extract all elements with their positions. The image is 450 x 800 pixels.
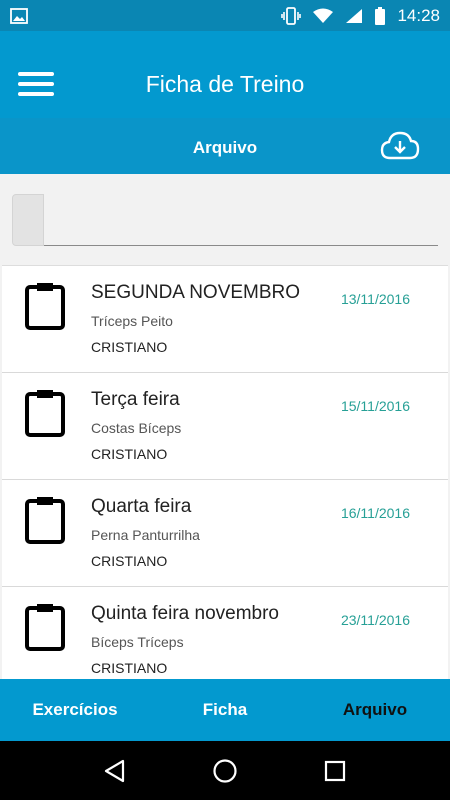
workout-owner: CRISTIANO <box>91 660 168 676</box>
section-bar: Arquivo <box>0 118 450 174</box>
search-button[interactable] <box>12 194 44 246</box>
search-input[interactable] <box>44 194 438 246</box>
workout-name: Terça feira <box>91 389 180 410</box>
workout-owner: CRISTIANO <box>91 446 168 462</box>
workout-muscles: Costas Bíceps <box>91 420 182 436</box>
image-icon <box>10 7 28 24</box>
cloud-download-icon[interactable] <box>380 130 420 162</box>
clipboard-icon <box>24 280 66 330</box>
tab-exercicios[interactable]: Exercícios <box>0 679 150 741</box>
app-title: Ficha de Treino <box>145 71 305 97</box>
clock-time: 14:28 <box>397 5 440 25</box>
clipboard-icon <box>24 494 66 544</box>
workout-date: 15/11/2016 <box>340 398 410 414</box>
back-icon[interactable] <box>100 756 130 786</box>
workout-muscles: Perna Panturrilha <box>91 527 200 543</box>
screen: 14:28 Ficha de Treino Arquivo SEGUNDA NO… <box>0 0 450 800</box>
workout-list: SEGUNDA NOVEMBRO Tríceps Peito CRISTIANO… <box>2 265 448 679</box>
clipboard-icon <box>24 601 66 651</box>
wifi-icon <box>313 8 334 24</box>
workout-date: 16/11/2016 <box>340 505 410 521</box>
workout-card[interactable]: Quinta feira novembro Bíceps Tríceps CRI… <box>2 587 448 679</box>
status-bar: 14:28 <box>0 0 450 31</box>
clipboard-icon <box>24 387 66 437</box>
tab-arquivo[interactable]: Arquivo <box>300 679 450 741</box>
search-area <box>0 174 450 264</box>
workout-card[interactable]: Terça feira Costas Bíceps CRISTIANO 15/1… <box>2 373 448 480</box>
workout-name: Quarta feira <box>91 496 192 517</box>
battery-icon <box>375 6 386 25</box>
workout-name: Quinta feira novembro <box>91 603 279 624</box>
workout-card[interactable]: SEGUNDA NOVEMBRO Tríceps Peito CRISTIANO… <box>2 266 448 373</box>
app-bar: Ficha de Treino <box>0 31 450 118</box>
workout-owner: CRISTIANO <box>91 553 168 569</box>
workout-date: 13/11/2016 <box>340 291 410 307</box>
home-icon[interactable] <box>210 756 240 786</box>
recents-icon[interactable] <box>320 756 350 786</box>
vibrate-icon <box>281 6 302 25</box>
workout-muscles: Tríceps Peito <box>91 313 173 329</box>
bottom-nav: Exercícios Ficha Arquivo <box>0 679 450 741</box>
workout-name: SEGUNDA NOVEMBRO <box>91 282 301 303</box>
workout-card[interactable]: Quarta feira Perna Panturrilha CRISTIANO… <box>2 480 448 587</box>
workout-date: 23/11/2016 <box>340 612 410 628</box>
signal-icon <box>345 8 363 24</box>
tab-ficha[interactable]: Ficha <box>150 679 300 741</box>
workout-muscles: Bíceps Tríceps <box>91 634 184 650</box>
system-nav-bar <box>0 741 450 800</box>
workout-owner: CRISTIANO <box>91 339 168 355</box>
